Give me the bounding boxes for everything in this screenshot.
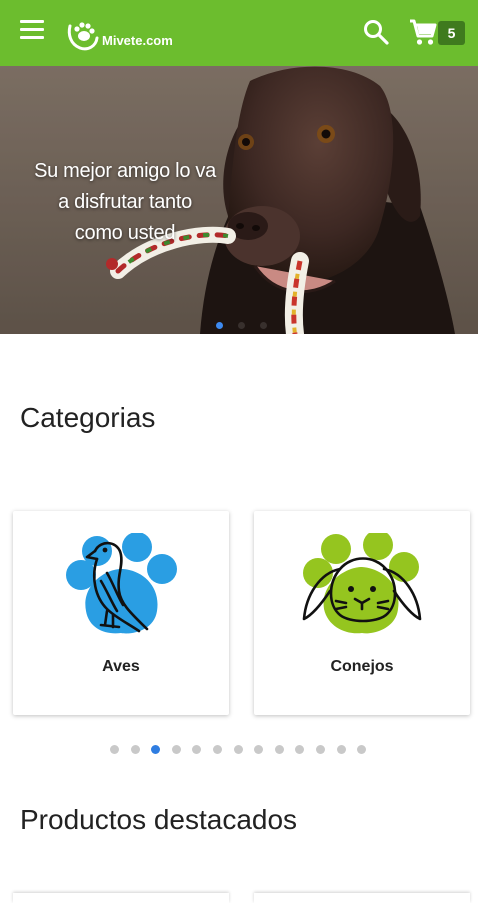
pager-dot[interactable] [110, 745, 119, 754]
pager-dot[interactable] [192, 745, 202, 754]
pager-dot[interactable] [171, 745, 181, 754]
hero-slide-dot-1[interactable] [216, 322, 223, 329]
hero-caption-line-1: Su mejor amigo lo va [34, 160, 216, 182]
logo-text: Mivete.com [102, 32, 173, 48]
pager-dot-active[interactable] [151, 745, 161, 754]
categories-pager [110, 745, 378, 755]
shopping-cart-icon[interactable] [408, 17, 438, 47]
pager-dot[interactable] [130, 745, 140, 754]
pager-dot[interactable] [233, 745, 243, 754]
logo[interactable]: Mivete.com [66, 14, 173, 54]
pager-dot[interactable] [357, 745, 367, 754]
categories-title: Categorias [20, 402, 156, 433]
category-label: Conejos [330, 658, 394, 675]
hero-caption: Su mejor amigo lo va a disfrutar tanto c… [20, 156, 230, 249]
pager-dot[interactable] [315, 745, 325, 754]
product-card-peek[interactable] [254, 893, 470, 903]
app-bar: Mivete.com 5 [0, 0, 478, 66]
category-card-aves[interactable]: Aves [13, 511, 229, 715]
category-card-conejos[interactable]: Conejos [254, 511, 470, 715]
cart-count-badge[interactable]: 5 [438, 21, 465, 45]
hero-slide-dot-3[interactable] [260, 322, 267, 329]
menu-icon[interactable] [20, 20, 46, 42]
search-icon[interactable] [362, 18, 390, 46]
category-label: Aves [102, 658, 140, 675]
featured-products-title: Productos destacados [20, 804, 298, 835]
paw-logo-icon [67, 22, 99, 51]
hero-banner[interactable]: Su mejor amigo lo va a disfrutar tanto c… [0, 66, 478, 334]
pager-dot[interactable] [274, 745, 284, 754]
pager-dot[interactable] [212, 745, 222, 754]
product-card-peek[interactable] [13, 893, 229, 903]
pager-dot[interactable] [254, 745, 264, 754]
pager-dot[interactable] [336, 745, 346, 754]
hero-caption-line-3: como usted [74, 222, 176, 244]
hero-caption-line-2: a disfrutar tanto [58, 191, 192, 213]
rabbit-icon [302, 533, 422, 634]
pager-dot[interactable] [295, 745, 305, 754]
bird-icon [66, 533, 177, 634]
hero-slide-dot-2[interactable] [238, 322, 245, 329]
